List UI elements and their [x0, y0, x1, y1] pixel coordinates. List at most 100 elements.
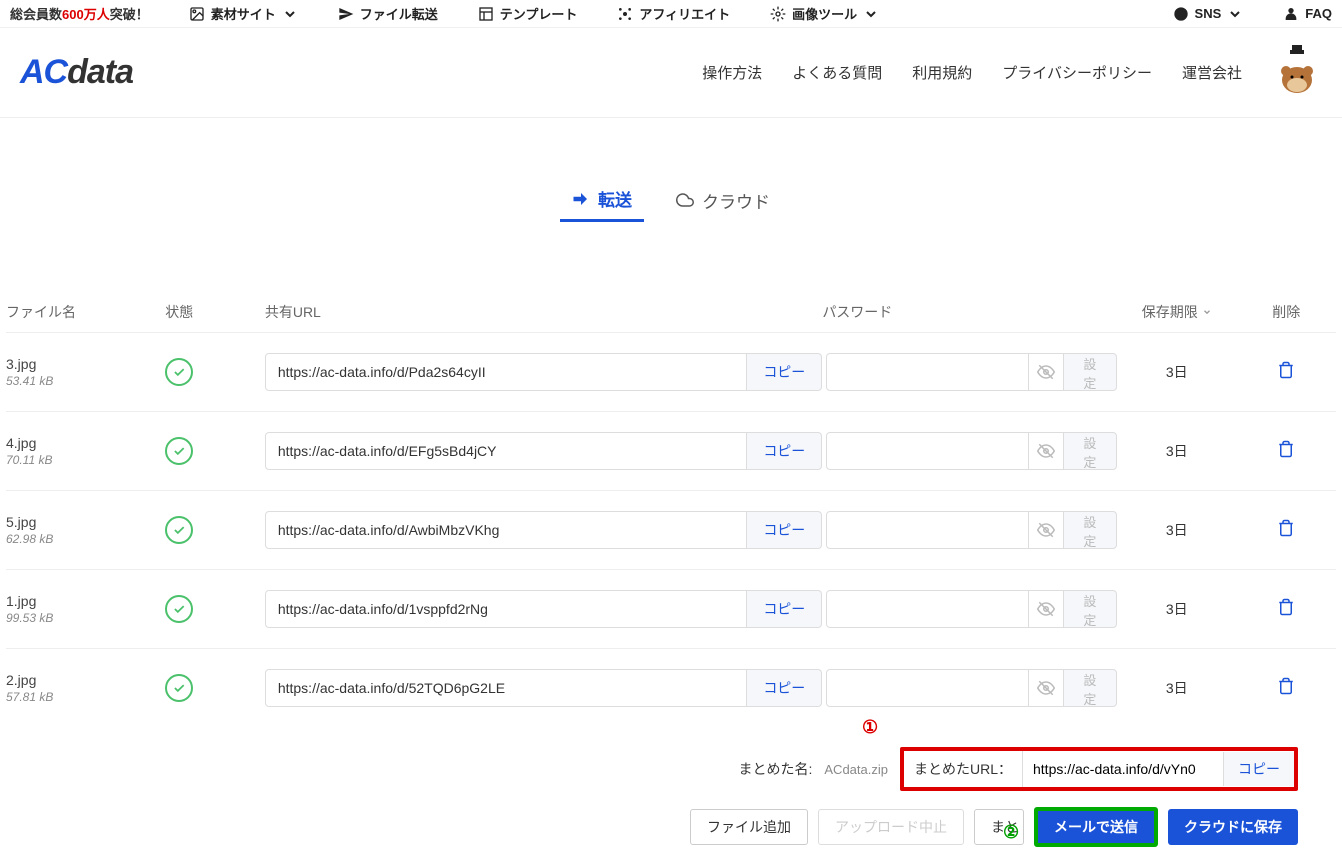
password-set-button[interactable]: 設定 — [1063, 353, 1117, 391]
share-url-input[interactable] — [265, 590, 747, 628]
topnav-affiliate[interactable]: アフィリエイト — [617, 4, 730, 23]
annotation-2: ② — [1003, 822, 1019, 843]
status-success-icon — [165, 516, 193, 544]
password-cell: 設定 — [822, 353, 1117, 391]
send-mail-button[interactable]: メールで送信 — [1034, 807, 1158, 847]
status-cell — [165, 674, 265, 702]
password-input[interactable] — [826, 511, 1029, 549]
top-bar: 総会員数600万人突破！ 素材サイト ファイル転送 テンプレート アフィリエイト… — [0, 0, 1342, 28]
retention-cell: 3日 — [1117, 441, 1236, 461]
copy-button[interactable]: コピー — [747, 669, 822, 707]
password-set-button[interactable]: 設定 — [1063, 590, 1117, 628]
tab-cloud[interactable]: クラウド — [664, 180, 782, 221]
tab-transfer[interactable]: 転送 — [560, 178, 644, 222]
share-url-input[interactable] — [265, 432, 747, 470]
share-url-input[interactable] — [265, 353, 747, 391]
file-size: 99.53 kB — [6, 611, 165, 625]
file-table: ファイル名 状態 共有URL パスワード 保存期限 削除 3.jpg 53.41… — [0, 292, 1342, 727]
topnav-sns[interactable]: SNS — [1173, 6, 1244, 22]
table-row: 1.jpg 99.53 kB コピー 設定 3日 — [6, 569, 1336, 648]
topnav-file-transfer[interactable]: ファイル転送 — [338, 4, 438, 23]
person-icon — [1283, 6, 1299, 22]
status-success-icon — [165, 595, 193, 623]
password-set-button[interactable]: 設定 — [1063, 669, 1117, 707]
delete-cell — [1236, 440, 1336, 463]
trash-icon[interactable] — [1277, 440, 1295, 458]
file-name: 5.jpg — [6, 514, 165, 530]
topnav-template[interactable]: テンプレート — [478, 4, 578, 23]
topnav-label: 素材サイト — [211, 4, 276, 23]
nav-company[interactable]: 運営会社 — [1182, 62, 1242, 83]
topnav-faq[interactable]: FAQ — [1283, 6, 1332, 22]
eye-toggle-icon[interactable] — [1029, 432, 1062, 470]
header-filename: ファイル名 — [6, 302, 165, 322]
file-size: 70.11 kB — [6, 453, 165, 467]
eye-toggle-icon[interactable] — [1029, 590, 1062, 628]
table-header: ファイル名 状態 共有URL パスワード 保存期限 削除 — [6, 292, 1336, 332]
add-file-button[interactable]: ファイル追加 — [690, 809, 808, 845]
url-cell: コピー — [265, 432, 822, 470]
summary-row: まとめた名: ACdata.zip ① まとめたURL： コピー — [0, 747, 1342, 791]
tabs: 転送 クラウド — [0, 178, 1342, 222]
password-input[interactable] — [826, 669, 1029, 707]
trash-icon[interactable] — [1277, 361, 1295, 379]
bear-mascot-icon — [1272, 45, 1322, 100]
table-row: 4.jpg 70.11 kB コピー 設定 3日 — [6, 411, 1336, 490]
header-status: 状態 — [165, 302, 265, 322]
tab-label: 転送 — [598, 186, 632, 211]
status-success-icon — [165, 358, 193, 386]
topnav-label: ファイル転送 — [360, 4, 438, 23]
summary-url-input[interactable] — [1023, 752, 1223, 786]
summary-copy-button[interactable]: コピー — [1223, 752, 1294, 786]
copy-button[interactable]: コピー — [747, 353, 822, 391]
nav-howto[interactable]: 操作方法 — [702, 62, 762, 83]
nav-privacy[interactable]: プライバシーポリシー — [1002, 62, 1152, 83]
file-name: 4.jpg — [6, 435, 165, 451]
logo[interactable]: ACdata — [20, 53, 133, 92]
password-set-button[interactable]: 設定 — [1063, 511, 1117, 549]
copy-button[interactable]: コピー — [747, 511, 822, 549]
topnav-label: アフィリエイト — [639, 4, 730, 23]
summary-name-label: まとめた名: — [739, 759, 813, 779]
share-url-input[interactable] — [265, 511, 747, 549]
topnav-label: SNS — [1195, 6, 1222, 21]
nav-faq[interactable]: よくある質問 — [792, 62, 882, 83]
delete-cell — [1236, 361, 1336, 384]
retention-cell: 3日 — [1117, 520, 1236, 540]
password-set-button[interactable]: 設定 — [1063, 432, 1117, 470]
nav-terms[interactable]: 利用規約 — [912, 62, 972, 83]
eye-toggle-icon[interactable] — [1029, 353, 1062, 391]
eye-toggle-icon[interactable] — [1029, 669, 1062, 707]
copy-button[interactable]: コピー — [747, 590, 822, 628]
summary-url-label: まとめたURL： — [904, 751, 1023, 787]
topnav-label: FAQ — [1305, 6, 1332, 21]
topnav-image-tool[interactable]: 画像ツール — [770, 4, 879, 23]
password-cell: 設定 — [822, 590, 1117, 628]
password-input[interactable] — [826, 432, 1029, 470]
status-cell — [165, 595, 265, 623]
retention-cell: 3日 — [1117, 599, 1236, 619]
template-icon — [478, 6, 494, 22]
eye-toggle-icon[interactable] — [1029, 511, 1062, 549]
file-name-cell: 2.jpg 57.81 kB — [6, 672, 165, 704]
share-url-input[interactable] — [265, 669, 747, 707]
file-size: 53.41 kB — [6, 374, 165, 388]
member-count: 総会員数600万人突破！ — [10, 4, 149, 23]
trash-icon[interactable] — [1277, 598, 1295, 616]
password-input[interactable] — [826, 590, 1029, 628]
header-retention[interactable]: 保存期限 — [1117, 302, 1236, 322]
chevron-down-icon — [1227, 6, 1243, 22]
chevron-down-icon — [282, 6, 298, 22]
retention-cell: 3日 — [1117, 678, 1236, 698]
topnav-material-site[interactable]: 素材サイト — [189, 4, 298, 23]
file-size: 57.81 kB — [6, 690, 165, 704]
trash-icon[interactable] — [1277, 677, 1295, 695]
trash-icon[interactable] — [1277, 519, 1295, 537]
save-cloud-button[interactable]: クラウドに保存 — [1168, 809, 1298, 845]
header-url: 共有URL — [265, 302, 822, 322]
send-icon — [338, 6, 354, 22]
file-name: 1.jpg — [6, 593, 165, 609]
password-input[interactable] — [826, 353, 1029, 391]
status-cell — [165, 437, 265, 465]
copy-button[interactable]: コピー — [747, 432, 822, 470]
